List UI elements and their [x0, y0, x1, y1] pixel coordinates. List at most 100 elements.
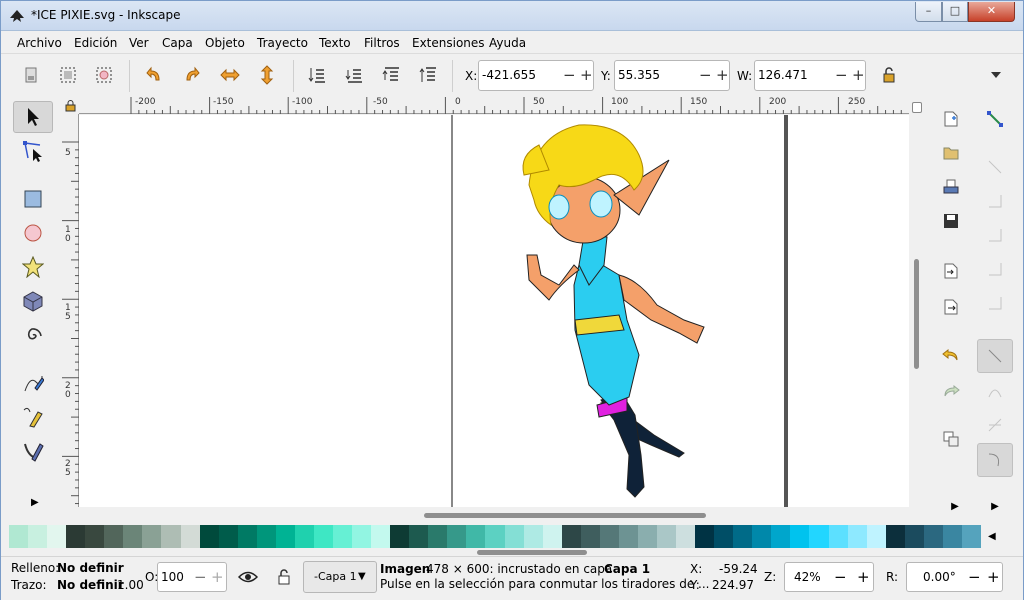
y-spinbox[interactable]: 55.355 − + [614, 60, 730, 91]
palette-swatch[interactable] [866, 525, 887, 548]
select-all-icon[interactable] [56, 63, 80, 87]
guide-lock-icon[interactable] [62, 97, 79, 114]
redo-icon[interactable] [939, 379, 963, 403]
palette-swatch[interactable] [942, 525, 963, 548]
palette-swatch[interactable] [923, 525, 944, 548]
palette-swatch[interactable] [466, 525, 486, 548]
export-icon[interactable] [939, 295, 963, 319]
close-button[interactable]: ✕ [968, 2, 1015, 22]
snap-bbox-center-icon[interactable] [983, 291, 1007, 315]
palette-swatch[interactable] [885, 525, 906, 548]
palette-swatch[interactable] [847, 525, 868, 548]
palette-swatch[interactable] [142, 525, 162, 548]
palette-swatch[interactable] [961, 525, 982, 548]
vertical-scrollbar[interactable] [909, 102, 925, 507]
menu-filtros[interactable]: Filtros [364, 36, 400, 50]
palette-swatch[interactable] [637, 525, 658, 548]
import-icon[interactable] [939, 259, 963, 283]
palette-swatch[interactable] [409, 525, 429, 548]
palette-swatch[interactable] [199, 525, 220, 548]
palette-swatch[interactable] [371, 525, 391, 548]
undo-icon[interactable] [939, 343, 963, 367]
minimize-button[interactable]: – [915, 2, 942, 22]
y-increment[interactable]: + [716, 66, 729, 84]
open-document-icon[interactable] [939, 141, 963, 165]
snap-bbox-edge-icon[interactable] [983, 189, 1007, 213]
palette-swatch[interactable] [104, 525, 124, 548]
dropdown-icon[interactable] [984, 63, 1008, 87]
fill-value[interactable]: No definir [57, 561, 124, 575]
palette-menu-icon[interactable]: ◀ [988, 531, 996, 542]
palette-swatch[interactable] [447, 525, 467, 548]
rotate-cw-icon[interactable] [180, 63, 204, 87]
pen-tool-icon[interactable] [13, 401, 53, 433]
w-spinbox[interactable]: 126.471 − + [754, 60, 866, 91]
snap-expand-icon[interactable]: ▶ [983, 494, 1007, 518]
spiral-tool-icon[interactable] [13, 319, 53, 351]
zoom-spinbox[interactable]: 42% − + [784, 562, 874, 592]
menu-archivo[interactable]: Archivo [17, 36, 62, 50]
menu-capa[interactable]: Capa [162, 36, 193, 50]
palette-swatch[interactable] [66, 525, 86, 548]
horizontal-scroll-thumb[interactable] [424, 513, 706, 518]
palette-swatch[interactable] [123, 525, 143, 548]
snap-smooth-icon[interactable] [977, 443, 1013, 477]
rectangle-tool-icon[interactable] [13, 183, 53, 215]
rotation-spinbox[interactable]: 0.00° − + [906, 562, 1003, 592]
raise-top-icon[interactable] [416, 63, 440, 87]
palette-swatch[interactable] [180, 525, 201, 548]
y-decrement[interactable]: − [699, 66, 712, 84]
flip-horizontal-icon[interactable] [218, 63, 242, 87]
star-tool-icon[interactable] [13, 251, 53, 283]
palette-swatch[interactable] [333, 525, 353, 548]
open-icon[interactable] [19, 63, 43, 87]
snap-bbox-icon[interactable] [983, 155, 1007, 179]
eye-icon[interactable] [236, 565, 260, 589]
snap-intersection-icon[interactable] [983, 413, 1007, 437]
palette-swatch[interactable] [85, 525, 105, 548]
stroke-width[interactable]: 1.00 [117, 578, 144, 592]
snap-bbox-corner-icon[interactable] [983, 223, 1007, 247]
zoom-increment[interactable]: + [857, 568, 870, 586]
raise-icon[interactable] [379, 63, 403, 87]
new-document-icon[interactable] [939, 107, 963, 131]
palette-swatch[interactable] [428, 525, 448, 548]
palette-swatch[interactable] [676, 525, 696, 548]
calligraphy-tool-icon[interactable] [13, 435, 53, 467]
ice-pixie-image[interactable] [79, 115, 909, 507]
print-icon[interactable] [939, 175, 963, 199]
box-3d-tool-icon[interactable] [13, 285, 53, 317]
palette-swatch[interactable] [790, 525, 810, 548]
snap-path-icon[interactable] [983, 379, 1007, 403]
palette-swatch[interactable] [618, 525, 639, 548]
lock-icon[interactable] [877, 63, 901, 87]
palette-swatch[interactable] [256, 525, 277, 548]
pencil-tool-icon[interactable] [13, 367, 53, 399]
selector-tool-icon[interactable] [13, 101, 53, 133]
lower-icon[interactable] [342, 63, 366, 87]
palette-swatch[interactable] [218, 525, 239, 548]
palette-swatch[interactable] [580, 525, 601, 548]
save-icon[interactable] [939, 209, 963, 233]
palette-swatch[interactable] [504, 525, 525, 548]
layer-name[interactable]: -Capa 1 [314, 570, 357, 583]
snap-icon[interactable] [983, 107, 1007, 131]
palette-swatch[interactable] [714, 525, 734, 548]
zoom-decrement[interactable]: − [834, 568, 847, 586]
opacity-spinbox[interactable]: 100 − + [157, 562, 227, 592]
menu-ver[interactable]: Ver [129, 36, 149, 50]
zoom-value[interactable]: 42% [794, 570, 821, 584]
drawing-canvas[interactable] [79, 115, 909, 507]
flip-vertical-icon[interactable] [255, 63, 279, 87]
palette-swatch[interactable] [657, 525, 677, 548]
palette-swatch[interactable] [828, 525, 849, 548]
node-tool-icon[interactable] [13, 135, 53, 167]
y-value[interactable]: 55.355 [618, 68, 660, 82]
palette-swatch[interactable] [561, 525, 582, 548]
w-value[interactable]: 126.471 [758, 68, 808, 82]
x-value[interactable]: -421.655 [482, 68, 536, 82]
lower-bottom-icon[interactable] [305, 63, 329, 87]
palette-swatch[interactable] [28, 525, 48, 548]
palette-swatch[interactable] [390, 525, 410, 548]
snap-bbox-midpoint-icon[interactable] [983, 257, 1007, 281]
